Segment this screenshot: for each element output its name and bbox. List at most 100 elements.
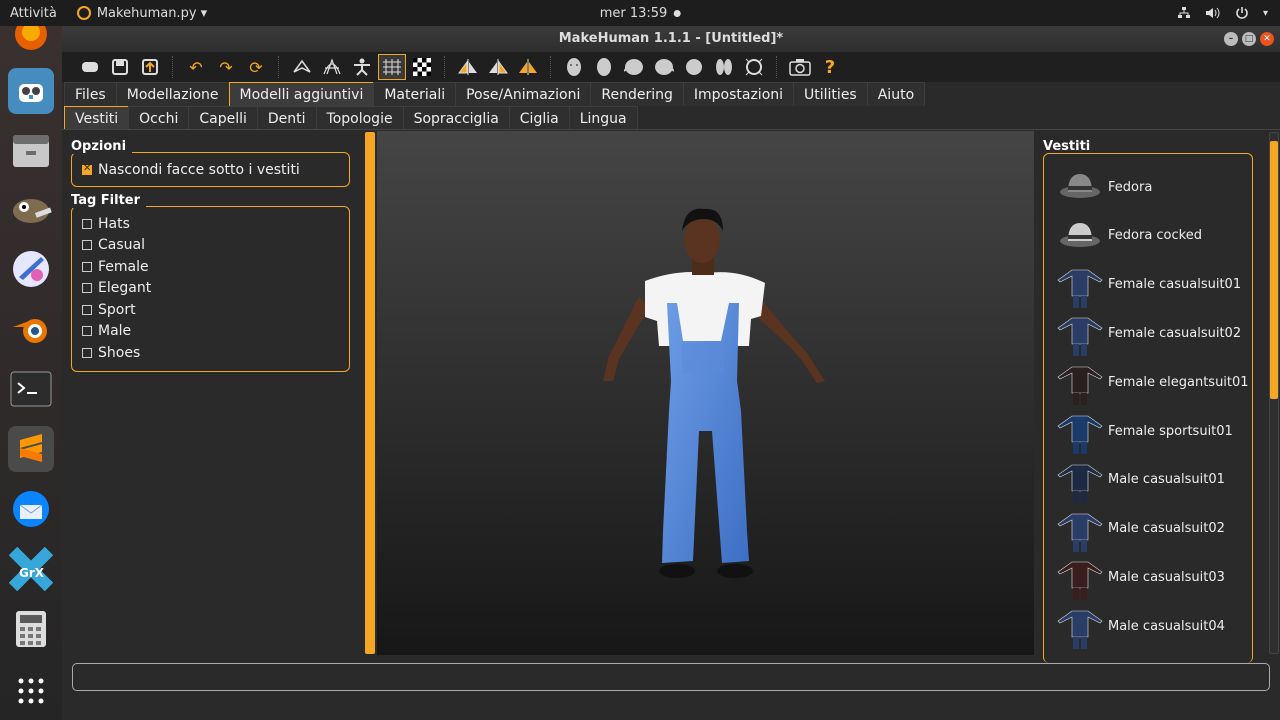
krita-icon[interactable] — [8, 246, 54, 292]
godot-icon[interactable] — [8, 68, 54, 114]
system-tray[interactable]: ▾ — [1177, 6, 1268, 20]
checkbox-icon[interactable] — [82, 261, 92, 272]
clothes-item[interactable]: Male casualsuit04 — [1056, 603, 1252, 650]
activities-button[interactable]: Attività — [10, 6, 57, 21]
checkbox-icon[interactable] — [82, 240, 92, 251]
right-view-icon[interactable] — [650, 54, 678, 80]
reset-icon[interactable]: ⟳ — [242, 54, 270, 80]
front-view-icon[interactable] — [560, 54, 588, 80]
clothes-item[interactable]: Fedora cocked — [1056, 213, 1252, 259]
checkbox-icon[interactable] — [82, 326, 92, 337]
left-panel-scrollbar[interactable] — [365, 132, 375, 654]
clothes-item[interactable]: Female casualsuit01 — [1056, 262, 1252, 308]
tag-filter-title: Tag Filter — [71, 193, 147, 208]
subtab-denti[interactable]: Denti — [256, 106, 317, 129]
close-button[interactable]: ✕ — [1260, 32, 1274, 46]
tab-files[interactable]: Files — [64, 82, 117, 106]
maximize-button[interactable]: □ — [1242, 32, 1256, 46]
tag-filter-male[interactable]: Male — [72, 321, 349, 343]
checkbox-icon[interactable] — [82, 347, 92, 358]
symmetry-icon[interactable] — [514, 54, 542, 80]
tag-filter-casual[interactable]: Casual — [72, 235, 349, 257]
checkbox-icon[interactable] — [82, 218, 92, 229]
tab-modellazione[interactable]: Modellazione — [115, 82, 230, 106]
clock-label: mer 13:59 — [599, 5, 668, 21]
blender-icon[interactable] — [8, 306, 54, 352]
minimize-button[interactable]: – — [1224, 32, 1238, 46]
symmetry-left-icon[interactable] — [484, 54, 512, 80]
terminal-icon[interactable] — [8, 366, 54, 412]
power-icon — [1236, 7, 1248, 19]
symmetry-right-icon[interactable] — [454, 54, 482, 80]
grid-icon[interactable] — [378, 54, 406, 80]
pose-icon[interactable] — [348, 54, 376, 80]
left-view-icon[interactable] — [620, 54, 648, 80]
app-icon — [76, 6, 91, 20]
clothes-item[interactable]: Male casualsuit01 — [1056, 457, 1252, 503]
3d-viewport[interactable] — [377, 131, 1034, 655]
app-menu[interactable]: Makehuman.py ▾ — [76, 6, 207, 21]
help-icon[interactable]: ? — [816, 54, 844, 80]
tab-modelli-aggiuntivi[interactable]: Modelli aggiuntivi — [228, 82, 375, 106]
subtab-vestiti[interactable]: Vestiti — [64, 106, 130, 129]
undo-icon[interactable]: ↶ — [182, 54, 210, 80]
tab-materiali[interactable]: Materiali — [373, 82, 457, 106]
right-panel: Vestiti Fedora Fedora cocked Female casual… — [1040, 131, 1280, 663]
tag-filter-hats[interactable]: Hats — [72, 213, 349, 235]
checkbox-icon[interactable] — [82, 283, 92, 294]
checker-icon[interactable] — [408, 54, 436, 80]
checkbox-icon[interactable] — [82, 304, 92, 315]
tab-pose-animazioni[interactable]: Pose/Animazioni — [455, 82, 592, 106]
firefox-icon[interactable] — [8, 26, 54, 54]
clothes-item-label: Male casualsuit02 — [1108, 521, 1225, 537]
gimp-icon[interactable] — [8, 186, 54, 232]
save-icon[interactable] — [106, 54, 134, 80]
clothes-item[interactable]: Male casualsuit02 — [1056, 506, 1252, 552]
grafx2-icon[interactable]: GrX — [8, 546, 54, 592]
tag-filter-female[interactable]: Female — [72, 256, 349, 278]
clothes-item-label: Male casualsuit01 — [1108, 472, 1225, 488]
tab-utilities[interactable]: Utilities — [793, 82, 868, 106]
reset-camera-icon[interactable] — [740, 54, 768, 80]
subtab-capelli[interactable]: Capelli — [188, 106, 258, 129]
top-view-icon[interactable] — [680, 54, 708, 80]
subtab-ciglia[interactable]: Ciglia — [508, 106, 570, 129]
subtab-occhi[interactable]: Occhi — [128, 106, 190, 129]
tab-aiuto[interactable]: Aiuto — [866, 82, 926, 106]
right-scrollbar-handle[interactable] — [1270, 141, 1278, 399]
bottom-view-icon[interactable] — [710, 54, 738, 80]
back-view-icon[interactable] — [590, 54, 618, 80]
sublime-text-icon[interactable] — [8, 426, 54, 472]
thunderbird-icon[interactable] — [8, 486, 54, 532]
files-icon[interactable] — [8, 128, 54, 174]
new-file-icon[interactable] — [76, 54, 104, 80]
toolbar: ↶ ↷ ⟳ ? — [62, 52, 1280, 82]
clothes-item[interactable]: Female casualsuit02 — [1056, 310, 1252, 357]
hide-faces-checkbox[interactable]: Nascondi facce sotto i vestiti — [72, 159, 349, 181]
tag-filter-sport[interactable]: Sport — [72, 299, 349, 321]
window-titlebar[interactable]: MakeHuman 1.1.1 - [Untitled]* – □ ✕ — [62, 26, 1280, 52]
subtab-sopracciglia[interactable]: Sopracciglia — [402, 106, 510, 129]
tag-filter-label: Male — [98, 323, 132, 340]
wireframe-icon[interactable] — [318, 54, 346, 80]
show-apps-icon[interactable] — [8, 668, 54, 714]
subtab-topologie[interactable]: Topologie — [315, 106, 404, 129]
clothes-item[interactable]: Female sportsuit01 — [1056, 408, 1252, 454]
redo-icon[interactable]: ↷ — [212, 54, 240, 80]
subtab-lingua[interactable]: Lingua — [568, 106, 638, 129]
tab-rendering[interactable]: Rendering — [590, 82, 684, 106]
clothes-item[interactable]: Fedora — [1056, 164, 1252, 210]
tag-filter-elegant[interactable]: Elegant — [72, 278, 349, 300]
export-icon[interactable] — [136, 54, 164, 80]
smooth-icon[interactable] — [288, 54, 316, 80]
clock[interactable]: mer 13:59 — [600, 6, 681, 21]
tab-impostazioni[interactable]: Impostazioni — [682, 82, 795, 106]
tag-filter-shoes[interactable]: Shoes — [72, 342, 349, 364]
clothes-item[interactable]: Male casualsuit03 — [1056, 554, 1252, 601]
clothes-item[interactable]: Female elegantsuit01 — [1056, 359, 1252, 406]
clothes-item-label: Male casualsuit04 — [1108, 618, 1225, 634]
calculator-icon[interactable] — [8, 606, 54, 652]
checkbox-checked-icon[interactable] — [82, 163, 92, 175]
screenshot-icon[interactable] — [786, 54, 814, 80]
right-panel-scrollbar[interactable] — [1269, 132, 1279, 654]
